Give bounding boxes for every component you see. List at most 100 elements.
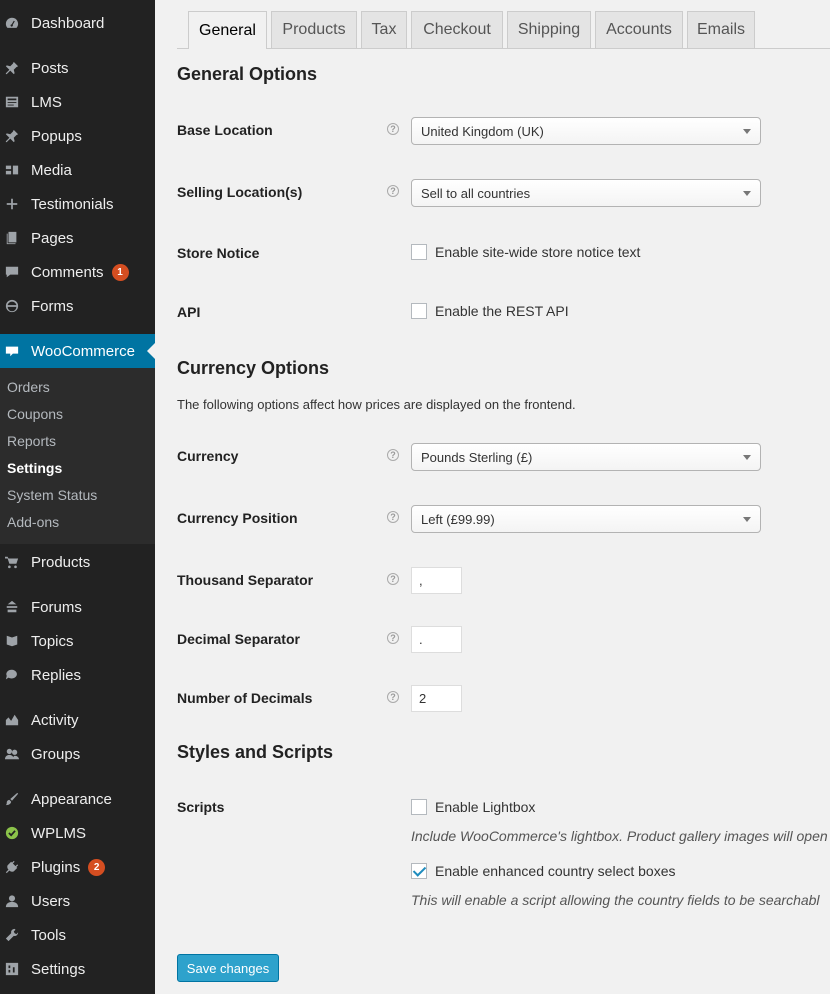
menu-groups[interactable]: Groups xyxy=(0,737,155,771)
enhanced-select-checkbox-label[interactable]: Enable enhanced country select boxes xyxy=(435,863,676,879)
replies-icon xyxy=(5,668,19,682)
plugins-count-badge: 2 xyxy=(88,858,106,876)
menu-forms[interactable]: Forms xyxy=(0,289,155,323)
enhanced-select-checkbox[interactable] xyxy=(411,863,427,879)
menu-posts[interactable]: Posts xyxy=(0,51,155,85)
api-checkbox-label[interactable]: Enable the REST API xyxy=(435,303,569,319)
tab-general[interactable]: General xyxy=(188,11,267,49)
tab-checkout[interactable]: Checkout xyxy=(411,11,503,48)
submenu-system-status[interactable]: System Status xyxy=(7,482,97,509)
select-value: Sell to all countries xyxy=(421,185,531,201)
currency-position-select[interactable]: Left (£99.99) xyxy=(411,505,761,533)
menu-replies[interactable]: Replies xyxy=(0,658,155,692)
menu-tools[interactable]: Tools xyxy=(0,918,155,952)
api-checkbox[interactable] xyxy=(411,303,427,319)
menu-topics[interactable]: Topics xyxy=(0,624,155,658)
store-notice-label: Store Notice xyxy=(177,245,260,261)
dashboard-icon xyxy=(5,16,19,30)
user-icon xyxy=(5,894,19,908)
menu-label: Products xyxy=(31,553,91,571)
forums-icon xyxy=(5,600,19,614)
menu-label: Testimonials xyxy=(31,195,114,213)
tab-products[interactable]: Products xyxy=(271,11,357,48)
menu-users[interactable]: Users xyxy=(0,884,155,918)
help-icon[interactable]: ? xyxy=(387,573,399,585)
lightbox-checkbox-label[interactable]: Enable Lightbox xyxy=(435,799,535,815)
menu-label: WPLMS xyxy=(31,824,87,842)
submenu-orders[interactable]: Orders xyxy=(7,374,50,401)
chevron-down-icon xyxy=(743,191,751,196)
menu-testimonials[interactable]: Testimonials xyxy=(0,187,155,221)
menu-settings[interactable]: Settings xyxy=(0,952,155,986)
admin-sidebar: Dashboard Posts LMS Popups Media Testimo… xyxy=(0,0,155,994)
menu-plugins[interactable]: Plugins 2 xyxy=(0,850,155,884)
menu-activity[interactable]: Activity xyxy=(0,703,155,737)
base-location-label: Base Location xyxy=(177,122,273,138)
scripts-label: Scripts xyxy=(177,799,225,815)
decimal-separator-input[interactable]: . xyxy=(411,626,462,653)
submenu-reports[interactable]: Reports xyxy=(7,428,56,455)
menu-wplms[interactable]: WPLMS xyxy=(0,816,155,850)
select-value: United Kingdom (UK) xyxy=(421,123,544,139)
submenu-coupons[interactable]: Coupons xyxy=(7,401,63,428)
plus-icon xyxy=(5,197,19,211)
general-options-heading: General Options xyxy=(177,64,318,84)
menu-popups[interactable]: Popups xyxy=(0,119,155,153)
help-icon[interactable]: ? xyxy=(387,511,399,523)
tab-emails[interactable]: Emails xyxy=(687,11,755,48)
check-circle-icon xyxy=(5,826,19,840)
lightbox-checkbox[interactable] xyxy=(411,799,427,815)
menu-label: Settings xyxy=(31,960,86,978)
menu-woocommerce[interactable]: WooCommerce xyxy=(0,334,155,368)
media-icon xyxy=(5,163,19,177)
store-notice-checkbox[interactable] xyxy=(411,244,427,260)
pin-icon xyxy=(5,129,19,143)
menu-label: LMS xyxy=(31,93,62,111)
tab-accounts[interactable]: Accounts xyxy=(595,11,683,48)
active-menu-arrow xyxy=(147,343,155,359)
help-icon[interactable]: ? xyxy=(387,449,399,461)
menu-pages[interactable]: Pages xyxy=(0,221,155,255)
select-value: Left (£99.99) xyxy=(421,511,495,527)
settings-icon xyxy=(5,962,19,976)
help-icon[interactable]: ? xyxy=(387,691,399,703)
thousand-separator-input[interactable]: , xyxy=(411,567,462,594)
menu-dashboard[interactable]: Dashboard xyxy=(0,6,155,40)
number-of-decimals-input[interactable]: 2 xyxy=(411,685,462,712)
menu-label: Media xyxy=(31,161,72,179)
menu-forums[interactable]: Forums xyxy=(0,590,155,624)
menu-label: WooCommerce xyxy=(31,342,135,360)
menu-label: Tools xyxy=(31,926,67,944)
menu-label: Groups xyxy=(31,745,81,763)
wrench-icon xyxy=(5,928,19,942)
comment-icon xyxy=(5,265,19,279)
menu-label: Popups xyxy=(31,127,82,145)
help-icon[interactable]: ? xyxy=(387,185,399,197)
menu-lms[interactable]: LMS xyxy=(0,85,155,119)
menu-media[interactable]: Media xyxy=(0,153,155,187)
tab-shipping[interactable]: Shipping xyxy=(507,11,591,48)
save-changes-button[interactable]: Save changes xyxy=(177,954,279,982)
currency-options-intro: The following options affect how prices … xyxy=(177,397,576,412)
submenu-add-ons[interactable]: Add-ons xyxy=(7,509,59,536)
menu-label: Posts xyxy=(31,59,69,77)
help-icon[interactable]: ? xyxy=(387,632,399,644)
menu-products[interactable]: Products xyxy=(0,545,155,579)
currency-label: Currency xyxy=(177,448,239,464)
select-value: Pounds Sterling (£) xyxy=(421,449,533,465)
currency-select[interactable]: Pounds Sterling (£) xyxy=(411,443,761,471)
menu-label: Pages xyxy=(31,229,74,247)
help-icon[interactable]: ? xyxy=(387,123,399,135)
tab-tax[interactable]: Tax xyxy=(361,11,407,48)
store-notice-checkbox-label[interactable]: Enable site-wide store notice text xyxy=(435,244,640,260)
menu-appearance[interactable]: Appearance xyxy=(0,782,155,816)
submenu-settings[interactable]: Settings xyxy=(7,455,62,482)
menu-label: Forums xyxy=(31,598,82,616)
groups-icon xyxy=(5,747,19,761)
chevron-down-icon xyxy=(743,455,751,460)
menu-label: Activity xyxy=(31,711,79,729)
base-location-select[interactable]: United Kingdom (UK) xyxy=(411,117,761,145)
menu-comments[interactable]: Comments 1 xyxy=(0,255,155,289)
styles-scripts-heading: Styles and Scripts xyxy=(177,742,334,762)
selling-locations-select[interactable]: Sell to all countries xyxy=(411,179,761,207)
